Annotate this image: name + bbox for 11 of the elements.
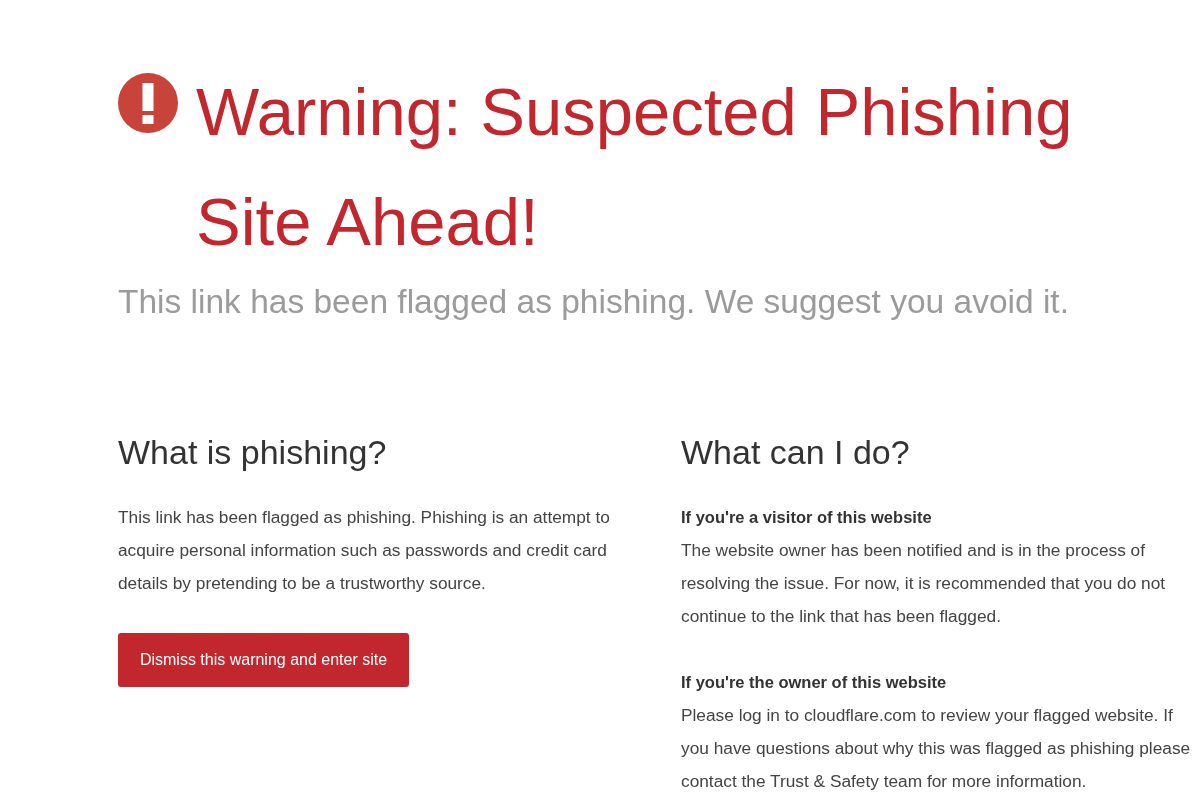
warning-subtitle: This link has been flagged as phishing. We suggest you avoid it. — [118, 282, 1070, 322]
note-text: The website owner has been notified and is in the process of resolving the issue. For now, it is recommended that you do not continue to the link that has been flagged. — [681, 539, 1167, 628]
warning-title: Warning: Suspected Phishing Site Ahead! — [196, 73, 1074, 261]
section-heading: What can I do? — [681, 432, 911, 472]
note-text: Please log in to cloudflare.com to review your flagged website. If you have questions about why this was flagged as phishing please contact the Trust & Safety team for more information. — [681, 704, 1192, 793]
section-heading: What is phishing? — [118, 432, 388, 472]
warning-icon — [118, 73, 178, 133]
note-heading: If you're a visitor of this website — [681, 507, 933, 528]
dismiss-button[interactable]: Dismiss this warning and enter site — [118, 633, 409, 687]
body-text: This link has been flagged as phishing. Phishing is an attempt to acquire personal information such as passwords and credit card details by pretending to be a trustworthy source. — [118, 506, 611, 595]
note-heading: If you're the owner of this website — [681, 672, 948, 693]
